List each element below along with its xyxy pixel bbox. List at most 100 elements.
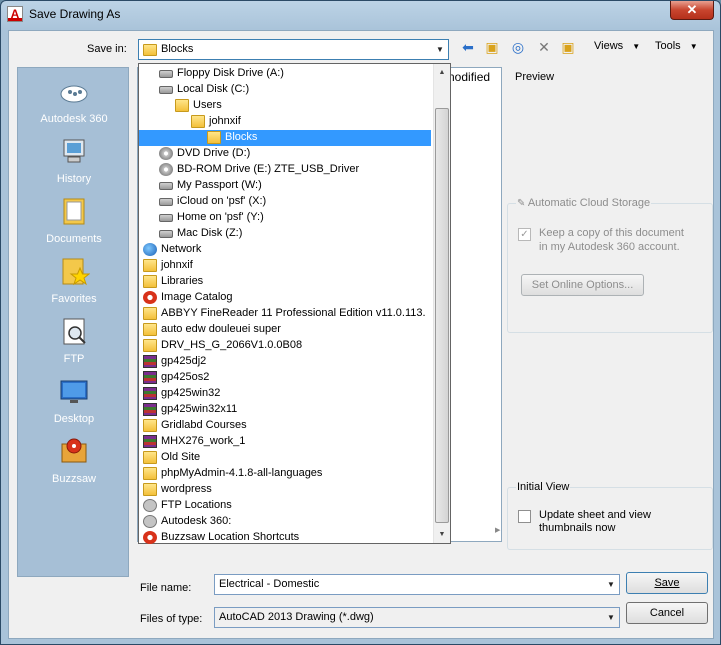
chevron-down-icon: ▼ xyxy=(689,42,698,51)
dropdown-item[interactable]: Autodesk 360: xyxy=(139,514,431,530)
scroll-right-icon[interactable]: ▶ xyxy=(495,526,500,534)
cancel-button[interactable]: Cancel xyxy=(626,602,708,624)
network-drive-icon xyxy=(159,198,173,206)
dropdown-item[interactable]: gp425dj2 xyxy=(139,354,431,370)
chevron-down-icon[interactable]: ▼ xyxy=(432,40,448,59)
file-name-label: File name: xyxy=(140,582,192,594)
folder-icon xyxy=(143,307,157,320)
dropdown-item[interactable]: gp425win32 xyxy=(139,386,431,402)
dropdown-item[interactable]: Buzzsaw Location Shortcuts xyxy=(139,530,431,546)
place-label: Favorites xyxy=(51,293,97,305)
save-in-value: Blocks xyxy=(161,43,194,55)
dropdown-item[interactable]: BD-ROM Drive (E:) ZTE_USB_Driver xyxy=(139,162,431,178)
dropdown-item[interactable]: Local Disk (C:) xyxy=(139,82,431,98)
up-one-level-icon[interactable]: ▣ xyxy=(483,39,501,55)
set-online-options-button[interactable]: Set Online Options... xyxy=(521,274,644,296)
dropdown-item-label: Autodesk 360: xyxy=(161,515,232,527)
folder-icon xyxy=(143,339,157,352)
dropdown-item[interactable]: johnxif xyxy=(139,258,431,274)
update-thumbnails-checkbox[interactable] xyxy=(518,510,531,523)
dropdown-item[interactable]: iCloud on 'psf' (X:) xyxy=(139,194,431,210)
back-icon[interactable]: ⬅ xyxy=(459,39,477,55)
save-in-dropdown[interactable]: Blocks ▼ xyxy=(138,39,449,60)
keep-copy-checkbox[interactable]: ✓ xyxy=(518,228,531,241)
place-documents[interactable]: Documents xyxy=(18,192,130,252)
chevron-down-icon[interactable]: ▼ xyxy=(603,575,619,594)
place-buzzsaw[interactable]: Buzzsaw xyxy=(18,432,130,492)
dropdown-item[interactable]: Home on 'psf' (Y:) xyxy=(139,210,431,226)
preview-title: Preview xyxy=(515,71,555,83)
dropdown-item[interactable]: Floppy Disk Drive (A:) xyxy=(139,66,431,82)
folder-icon xyxy=(143,44,157,56)
dropdown-item[interactable]: Mac Disk (Z:) xyxy=(139,226,431,242)
dropdown-item[interactable]: Old Site xyxy=(139,450,431,466)
dropdown-item-label: Image Catalog xyxy=(161,291,233,303)
places-bar: Autodesk 360 History Documents Favorites… xyxy=(17,67,129,577)
preview-box xyxy=(509,87,711,182)
tools-menu[interactable]: Tools ▼ xyxy=(655,40,698,52)
dropdown-item[interactable]: My Passport (W:) xyxy=(139,178,431,194)
close-button[interactable]: ✕ xyxy=(670,1,714,20)
favorites-icon xyxy=(62,258,90,286)
place-label: Documents xyxy=(46,233,102,245)
desktop-icon xyxy=(60,380,88,403)
column-header-modified[interactable]: nodified xyxy=(448,70,490,84)
dialog-body: Save in: Blocks ▼ ⬅ ▣ ◎ ✕ ▣ Views ▼ Tool… xyxy=(8,30,714,639)
cloud-edit-icon: ✎ xyxy=(517,198,526,209)
dropdown-item[interactable]: FTP Locations xyxy=(139,498,431,514)
save-in-dropdown-list[interactable]: Floppy Disk Drive (A:) Local Disk (C:) Use… xyxy=(138,63,451,544)
ftp-location-icon xyxy=(143,499,157,512)
dropdown-item-label: DVD Drive (D:) xyxy=(177,147,251,159)
dropdown-item[interactable]: Libraries xyxy=(139,274,431,290)
dropdown-item[interactable]: DVD Drive (D:) xyxy=(139,146,431,162)
dropdown-item-label: auto edw douleuei super xyxy=(161,323,281,335)
dropdown-item[interactable]: auto edw douleuei super xyxy=(139,322,431,338)
dropdown-item[interactable]: DRV_HS_G_2066V1.0.0B08 xyxy=(139,338,431,354)
dropdown-item[interactable]: phpMyAdmin-4.1.8-all-languages xyxy=(139,466,431,482)
place-ftp[interactable]: FTP xyxy=(18,312,130,372)
dropdown-item[interactable]: Gridlabd Courses xyxy=(139,418,431,434)
dropdown-item[interactable]: Network xyxy=(139,242,431,258)
search-web-icon[interactable]: ◎ xyxy=(509,39,527,55)
dropdown-item[interactable]: gp425win32x11 xyxy=(139,402,431,418)
history-icon xyxy=(63,139,85,163)
dropdown-item[interactable]: Users xyxy=(139,98,431,114)
file-type-dropdown[interactable]: AutoCAD 2013 Drawing (*.dwg) ▼ xyxy=(214,607,620,628)
views-menu[interactable]: Views ▼ xyxy=(594,40,640,52)
dropdown-item[interactable]: ABBYY FineReader 11 Professional Edition… xyxy=(139,306,431,322)
libraries-icon xyxy=(143,275,157,288)
dropdown-item[interactable]: wordpress xyxy=(139,482,431,498)
cloud-storage-group: ✎ Automatic Cloud Storage ✓ Keep a copy … xyxy=(507,197,713,333)
place-desktop[interactable]: Desktop xyxy=(18,372,130,432)
cloud-storage-title-text: Automatic Cloud Storage xyxy=(527,197,651,209)
dropdown-item[interactable]: gp425os2 xyxy=(139,370,431,386)
dropdown-scrollbar[interactable]: ▲ ▼ xyxy=(433,64,450,543)
chevron-down-icon[interactable]: ▼ xyxy=(603,608,619,627)
cloud-icon xyxy=(143,515,157,528)
dropdown-item[interactable]: Image Catalog xyxy=(139,290,431,306)
scroll-up-icon[interactable]: ▲ xyxy=(434,64,450,81)
save-button[interactable]: Save xyxy=(626,572,708,594)
file-name-input[interactable]: Electrical - Domestic ▼ xyxy=(214,574,620,595)
title-bar[interactable]: A Save Drawing As ✕ xyxy=(1,1,720,29)
place-autodesk-360[interactable]: Autodesk 360 xyxy=(18,72,130,132)
chevron-down-icon: ▼ xyxy=(632,42,641,51)
file-type-label: Files of type: xyxy=(140,613,203,625)
new-folder-icon[interactable]: ▣ xyxy=(559,39,577,55)
place-history[interactable]: History xyxy=(18,132,130,192)
disc-icon xyxy=(159,147,173,160)
dropdown-item-label: My Passport (W:) xyxy=(177,179,262,191)
buzzsaw-icon xyxy=(143,531,157,544)
folder-icon xyxy=(143,419,157,432)
dropdown-item[interactable]: MHX276_work_1 xyxy=(139,434,431,450)
place-favorites[interactable]: Favorites xyxy=(18,252,130,312)
scroll-down-icon[interactable]: ▼ xyxy=(434,526,450,543)
disc-icon xyxy=(159,163,173,176)
dropdown-item[interactable]: johnxif xyxy=(139,114,431,130)
delete-icon[interactable]: ✕ xyxy=(535,39,553,55)
place-label: Desktop xyxy=(53,413,95,425)
dropdown-item-label: Old Site xyxy=(161,451,201,463)
dropdown-item[interactable]: Blocks xyxy=(139,130,431,146)
scroll-thumb[interactable] xyxy=(435,108,449,523)
dropdown-item-label: johnxif xyxy=(161,259,193,271)
